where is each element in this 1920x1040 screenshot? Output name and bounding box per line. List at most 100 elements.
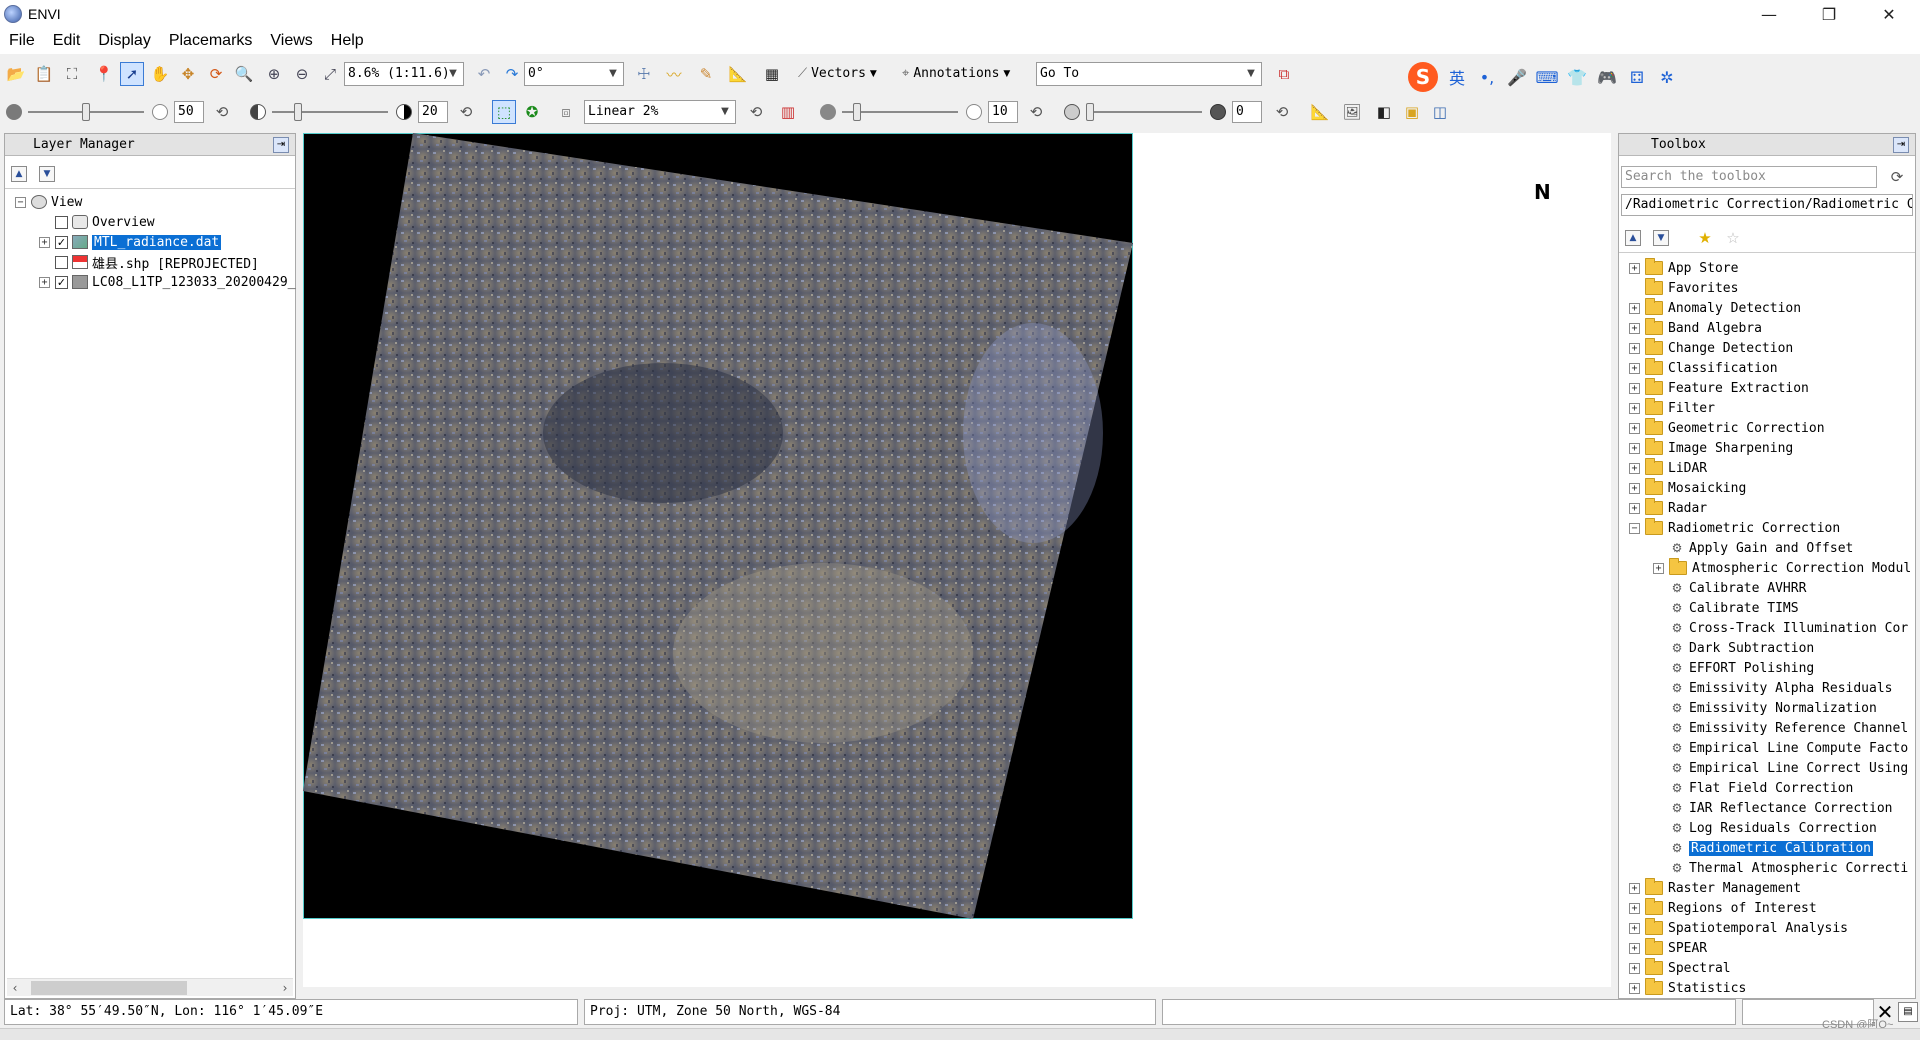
expand-icon[interactable]: + (39, 236, 50, 248)
menu-help[interactable]: Help (322, 32, 373, 50)
crosshair-icon[interactable]: ☩ (632, 62, 656, 86)
ime-apps-icon[interactable]: ⚃ (1626, 66, 1648, 88)
expand-all-icon[interactable]: ▼ (1653, 230, 1669, 246)
maximize-button[interactable]: ❐ (1800, 0, 1858, 28)
toolbox-item[interactable]: + Geometric Correction (1629, 418, 1825, 438)
reset-brightness-icon[interactable]: ⟲ (210, 100, 234, 124)
reset-stretch-icon[interactable]: ⟲ (744, 100, 768, 124)
toolbox-item[interactable]: ⚙ Apply Gain and Offset (1653, 538, 1854, 558)
ime-punctuation-button[interactable]: •, (1476, 66, 1498, 88)
toolbox-item[interactable]: + Spatiotemporal Analysis (1629, 918, 1848, 938)
contrast-slider[interactable] (272, 100, 388, 124)
menu-display[interactable]: Display (89, 32, 159, 50)
toolbox-item[interactable]: + LiDAR (1629, 458, 1707, 478)
layer-visibility-checkbox[interactable]: ✓ (55, 235, 68, 249)
expand-icon[interactable]: + (1629, 302, 1640, 314)
pan-hand-icon[interactable]: ✋ (148, 62, 172, 86)
stretch-type-combo[interactable]: Linear 2% ▼ (584, 100, 736, 124)
zoom-icon[interactable]: 🔍 (232, 62, 256, 86)
slider-thumb[interactable] (82, 103, 90, 121)
transparency-slider[interactable] (1086, 100, 1202, 124)
ime-language-button[interactable]: 英 (1446, 66, 1468, 88)
add-favorite-icon[interactable]: ★ (1693, 226, 1717, 250)
scroll-right-icon[interactable]: › (277, 979, 293, 997)
toolbox-item[interactable]: − Radiometric Correction (1629, 518, 1840, 538)
toolbox-item[interactable]: ⚙ Thermal Atmospheric Correcti (1653, 858, 1909, 878)
collapse-all-icon[interactable]: ▲ (11, 166, 27, 182)
ime-settings-icon[interactable]: ✲ (1656, 66, 1678, 88)
slider-thumb[interactable] (1086, 103, 1094, 121)
brightness-slider[interactable] (28, 100, 144, 124)
pixel-locator-icon[interactable]: ▦ (760, 62, 784, 86)
expand-icon[interactable]: + (1629, 482, 1640, 494)
toolbox-item[interactable]: + Filter (1629, 398, 1715, 418)
expand-icon[interactable]: + (1629, 982, 1640, 994)
rotation-combo[interactable]: 0° ▼ (524, 62, 624, 86)
toolbox-item[interactable]: ⚙ IAR Reflectance Correction (1653, 798, 1893, 818)
expand-icon[interactable]: + (1629, 442, 1640, 454)
tree-node-lc08[interactable]: + ✓ LC08_L1TP_123033_20200429_ (39, 272, 296, 292)
expand-icon[interactable]: + (1629, 962, 1640, 974)
toolbox-item[interactable]: ⚙ Emissivity Normalization (1653, 698, 1877, 718)
menu-placemarks[interactable]: Placemarks (160, 32, 262, 50)
rotate-right-icon[interactable]: ↷ (500, 62, 524, 86)
toolbox-item[interactable]: + App Store (1629, 258, 1738, 278)
toolbox-item[interactable]: + Spectral (1629, 958, 1731, 978)
annotations-menu[interactable]: ⌖ Annotations ▼ (902, 62, 1010, 86)
menu-edit[interactable]: Edit (44, 32, 90, 50)
data-manager-icon[interactable]: 📋 (32, 62, 56, 86)
menu-file[interactable]: File (0, 32, 44, 50)
layer-manager-hscroll[interactable]: ‹ › (7, 978, 293, 996)
ime-game-icon[interactable]: 🎮 (1596, 66, 1618, 88)
satellite-image[interactable] (303, 133, 1133, 919)
stretch-lock-icon[interactable]: ⧈ (554, 100, 578, 124)
open-folder-icon[interactable]: 📂 (4, 62, 28, 86)
collapse-icon[interactable]: − (15, 196, 26, 208)
portal-icon[interactable]: ⧉ (1272, 62, 1296, 86)
zoom-out-icon[interactable]: ⊖ (290, 62, 314, 86)
toolbox-item[interactable]: + Regions of Interest (1629, 898, 1817, 918)
toolbox-item[interactable]: + SPEAR (1629, 938, 1707, 958)
toolbox-item[interactable]: ⚙ Empirical Line Correct Using (1653, 758, 1909, 778)
toolbox-item[interactable]: Favorites (1629, 278, 1738, 298)
reset-sharpen-icon[interactable]: ⟲ (1024, 100, 1048, 124)
toolbox-item[interactable]: ⚙ EFFORT Polishing (1653, 658, 1815, 678)
expand-icon[interactable]: + (1629, 882, 1640, 894)
spectral-profile-icon[interactable]: 〰 (662, 62, 686, 86)
expand-icon[interactable]: + (1629, 942, 1640, 954)
toolbox-item[interactable]: + Feature Extraction (1629, 378, 1809, 398)
expand-icon[interactable]: + (39, 276, 50, 288)
layer-visibility-checkbox[interactable] (55, 255, 68, 269)
toolbox-item[interactable]: + Statistics (1629, 978, 1746, 998)
close-window-button[interactable]: ✕ (1860, 0, 1918, 28)
blend-icon[interactable]: ◧ (1372, 100, 1396, 124)
minimize-button[interactable]: — (1740, 0, 1798, 28)
layer-visibility-checkbox[interactable]: ✓ (55, 275, 68, 289)
select-cursor-icon[interactable]: ➚ (120, 62, 144, 86)
slider-thumb[interactable] (853, 103, 861, 121)
image-snapshot-icon[interactable]: 🖼 (1340, 100, 1364, 124)
zoom-in-icon[interactable]: ⊕ (262, 62, 286, 86)
stretch-extent-icon[interactable]: ⬚ (492, 100, 516, 124)
flicker-icon[interactable]: ▣ (1400, 100, 1424, 124)
toolbox-item[interactable]: + Image Sharpening (1629, 438, 1793, 458)
sharpen-value-field[interactable]: 10 (988, 101, 1018, 123)
toolbox-item[interactable]: + Mosaicking (1629, 478, 1746, 498)
brightness-value-field[interactable]: 50 (174, 101, 204, 123)
ime-microphone-icon[interactable]: 🎤 (1506, 66, 1528, 88)
toolbox-item[interactable]: ⚙ Calibrate TIMS (1653, 598, 1799, 618)
expand-icon[interactable]: + (1629, 922, 1640, 934)
toolbox-item[interactable]: ⚙ Calibrate AVHRR (1653, 578, 1807, 598)
reset-transparency-icon[interactable]: ⟲ (1270, 100, 1294, 124)
toolbox-item[interactable]: ⚙ Emissivity Alpha Residuals (1653, 678, 1893, 698)
measure-icon[interactable]: 📐 (726, 62, 750, 86)
reset-contrast-icon[interactable]: ⟲ (454, 100, 478, 124)
toolbox-item[interactable]: + Atmospheric Correction Modul (1653, 558, 1911, 578)
stretch-view-icon[interactable]: ✪ (520, 100, 544, 124)
pin-icon[interactable]: ⇥ (273, 137, 289, 153)
transparency-value-field[interactable]: 0 (1232, 101, 1262, 123)
pin-icon[interactable]: ⇥ (1893, 137, 1909, 153)
toolbox-item[interactable]: ⚙ Log Residuals Correction (1653, 818, 1877, 838)
ime-skin-icon[interactable]: 👕 (1566, 66, 1588, 88)
toolbox-item[interactable]: ⚙ Flat Field Correction (1653, 778, 1854, 798)
